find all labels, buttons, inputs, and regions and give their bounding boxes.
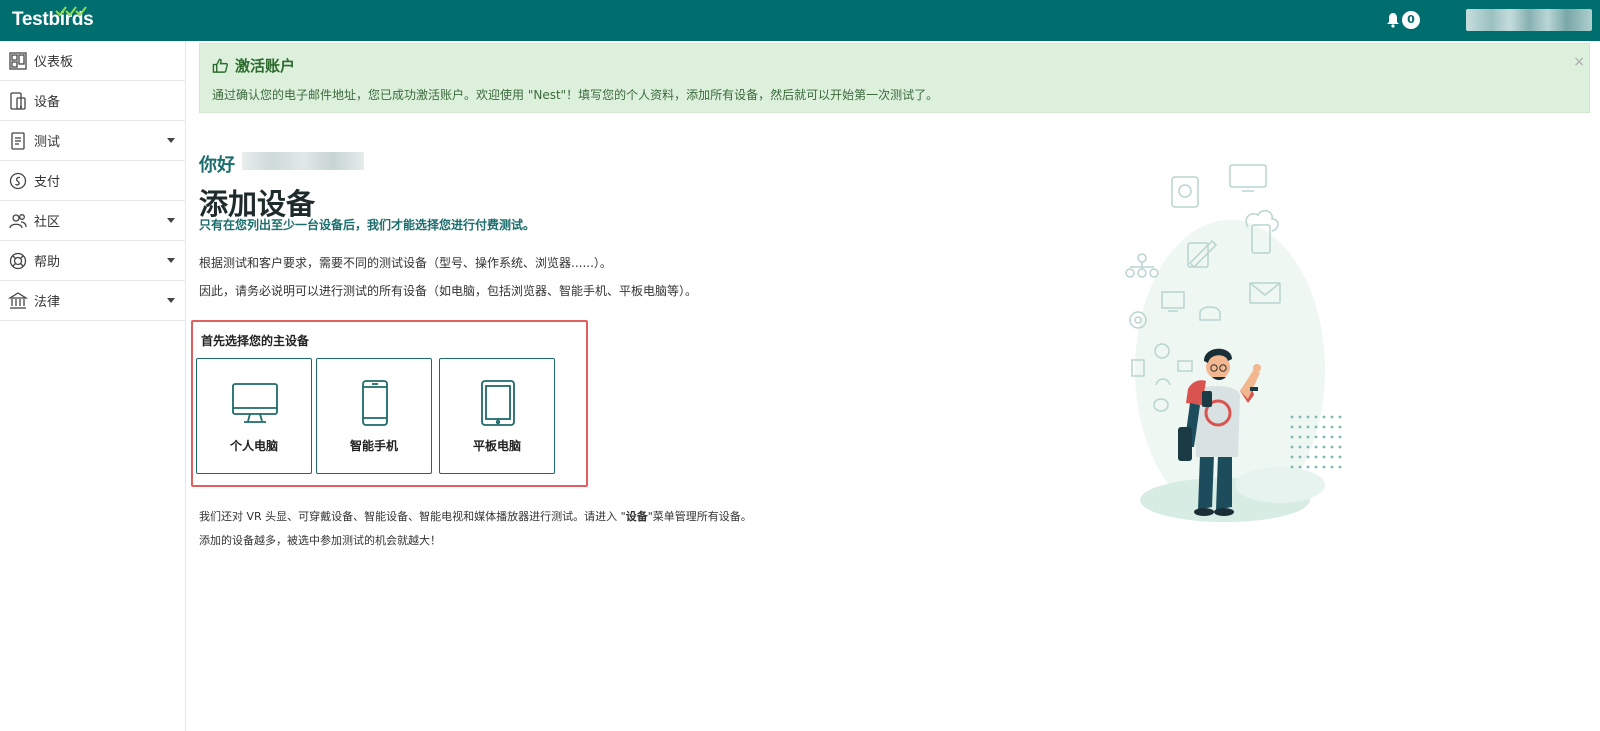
devices-menu-link-text: 设备	[625, 510, 648, 523]
sidebar-item-label: 测试	[34, 135, 61, 150]
device-label: 个人电脑	[229, 439, 278, 453]
sidebar-item-devices[interactable]: 设备	[0, 81, 185, 121]
sidebar-item-community[interactable]: 社区	[0, 201, 185, 241]
activation-alert: 激活账户 通过确认您的电子邮件地址，您已成功激活账户。欢迎使用 "Nest"！填…	[199, 43, 1590, 113]
bell-icon[interactable]	[1386, 12, 1400, 28]
desktop-icon	[232, 383, 278, 423]
chevron-down-icon	[167, 218, 175, 223]
device-label: 平板电脑	[472, 439, 521, 453]
chevron-down-icon	[167, 298, 175, 303]
birds-logo-mark-icon	[55, 6, 87, 17]
chevron-down-icon	[167, 258, 175, 263]
thumbs-up-icon	[212, 58, 229, 73]
tester-illustration	[1125, 164, 1342, 522]
info-paragraph-2: 因此，请务必说明可以进行测试的所有设备（如电脑，包括浏览器、智能手机、平板电脑等…	[199, 284, 698, 298]
info-paragraph-3: 我们还对 VR 头显、可穿戴设备、智能设备、智能电视和媒体播放器进行测试。请进入…	[199, 510, 752, 523]
alert-message: 通过确认您的电子邮件地址，您已成功激活账户。欢迎使用 "Nest"！填写您的个人…	[212, 88, 939, 102]
sidebar-item-tests[interactable]: 测试	[0, 121, 185, 161]
devices-icon	[10, 91, 26, 110]
user-menu-blurred[interactable]	[1466, 9, 1592, 31]
community-icon	[9, 213, 27, 228]
sidebar-item-label: 社区	[34, 215, 61, 230]
alert-title: 激活账户	[212, 55, 295, 76]
sidebar-item-label: 支付	[34, 175, 61, 190]
user-name-blurred	[242, 152, 364, 170]
alert-title-text: 激活账户	[235, 57, 296, 75]
smartphone-icon	[362, 380, 388, 426]
sidebar-item-label: 法律	[34, 295, 61, 310]
close-icon[interactable]: ×	[1573, 54, 1585, 70]
sidebar-item-label: 帮助	[34, 255, 61, 270]
sidebar-item-label: 仪表板	[34, 55, 74, 70]
device-label: 智能手机	[349, 439, 398, 453]
lifebuoy-icon	[9, 252, 27, 269]
sidebar-item-dashboard[interactable]: 仪表板	[0, 41, 185, 81]
top-bar: Testbirds 0	[0, 0, 1600, 41]
primary-device-selector: 首先选择您的主设备 个人电脑 智能手机 平板电脑	[191, 320, 588, 487]
tablet-device-button[interactable]: 平板电脑	[439, 358, 555, 474]
tests-icon	[11, 131, 25, 150]
dashboard-icon	[9, 51, 27, 70]
testbirds-logo[interactable]: Testbirds	[12, 6, 94, 31]
courthouse-icon	[8, 291, 28, 309]
chevron-down-icon	[167, 138, 175, 143]
sidebar-item-legal[interactable]: 法律	[0, 281, 185, 321]
tablet-icon	[481, 380, 515, 426]
sidebar: 仪表板 设备 测试 支付 社区 帮助 法律	[0, 41, 186, 731]
sidebar-item-payment[interactable]: 支付	[0, 161, 185, 201]
notification-count-badge[interactable]: 0	[1402, 11, 1420, 29]
info-paragraph-1: 根据测试和客户要求，需要不同的测试设备（型号、操作系统、浏览器......）。	[199, 256, 612, 270]
sidebar-item-label: 设备	[34, 95, 61, 110]
smartphone-device-button[interactable]: 智能手机	[316, 358, 432, 474]
desktop-device-button[interactable]: 个人电脑	[196, 358, 312, 474]
info-paragraph-4: 添加的设备越多，被选中参加测试的机会就越大！	[199, 534, 441, 547]
greeting: 你好	[199, 155, 235, 176]
select-label: 首先选择您的主设备	[201, 334, 310, 348]
payment-icon	[9, 172, 27, 189]
sidebar-item-help[interactable]: 帮助	[0, 241, 185, 281]
page-subtitle: 只有在您列出至少一台设备后，我们才能选择您进行付费测试。	[199, 218, 536, 232]
